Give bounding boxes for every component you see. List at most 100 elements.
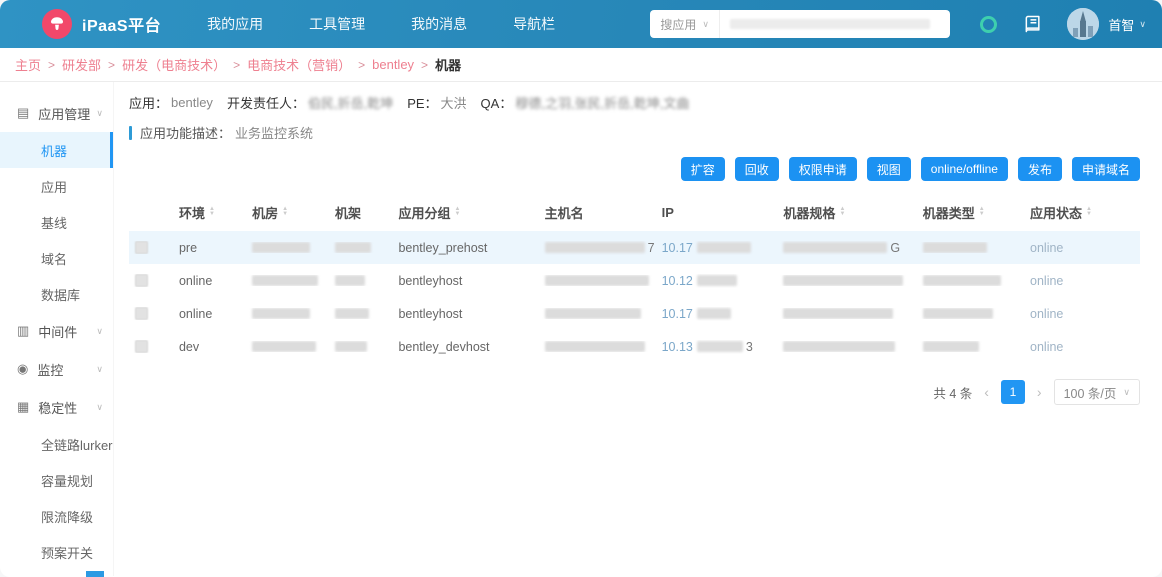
sidebar-item-容量规划[interactable]: 容量规划 <box>0 462 113 498</box>
toolbar-button-扩容[interactable]: 扩容 <box>681 157 725 181</box>
chevron-down-icon: ∨ <box>96 402 103 413</box>
column-header-机器规格[interactable]: 机器规格▲▼ <box>777 203 916 222</box>
sidebar-group-监控[interactable]: ◉监控∨ <box>0 350 113 388</box>
nav-item[interactable]: 导航栏 <box>513 14 555 34</box>
nav-item[interactable]: 我的消息 <box>411 14 467 34</box>
chevron-down-icon: ∨ <box>96 364 103 375</box>
cell-text-suffix: 3 <box>746 340 753 354</box>
user-menu[interactable]: 首智 ∨ <box>1108 15 1146 34</box>
cell-机房 <box>246 341 329 352</box>
sidebar-item-限流降级[interactable]: 限流降级 <box>0 498 113 534</box>
breadcrumb-link[interactable]: 研发（电商技术） <box>122 55 226 74</box>
cell-IP: 10.17 <box>656 241 778 255</box>
cell-机器类型 <box>917 308 1024 319</box>
row-checkbox[interactable] <box>135 274 148 287</box>
search-input[interactable] <box>720 10 950 38</box>
column-header-环境[interactable]: 环境▲▼ <box>173 203 246 222</box>
sidebar-item-数据库[interactable]: 数据库 <box>0 276 113 312</box>
nav-item[interactable]: 我的应用 <box>207 14 263 34</box>
cell-checkbox <box>129 340 173 353</box>
sidebar-item-应用[interactable]: 应用 <box>0 168 113 204</box>
sidebar-group-label: 稳定性 <box>38 398 77 417</box>
cell-机器类型 <box>917 341 1024 352</box>
breadcrumb-link[interactable]: 电商技术（营销） <box>247 55 351 74</box>
page-size-select[interactable]: 100 条/页 ∨ <box>1054 379 1140 405</box>
sort-icon[interactable]: ▲▼ <box>282 207 288 217</box>
sidebar-item-域名[interactable]: 域名 <box>0 240 113 276</box>
cell-环境: online <box>173 307 246 321</box>
cell-机架 <box>329 308 392 319</box>
redacted-value <box>252 341 316 352</box>
column-header-应用分组[interactable]: 应用分组 ▲▼ <box>392 203 538 222</box>
description-value: 业务监控系统 <box>235 123 313 142</box>
column-header-label: 应用分组 <box>398 203 450 222</box>
machine-table: 环境▲▼机房▲▼机架应用分组▲▼主机名IP机器规格▲▼机器类型▲▼应用状态▲▼ … <box>129 193 1140 363</box>
row-checkbox[interactable] <box>135 340 148 353</box>
pe-label: PE： <box>407 93 437 112</box>
stability-icon: ▦ <box>17 399 29 415</box>
sort-icon[interactable]: ▲▼ <box>839 207 845 217</box>
user-avatar[interactable] <box>1067 8 1099 40</box>
toolbar-button-申请域名[interactable]: 申请域名 <box>1072 157 1140 181</box>
column-header-label: 机房 <box>252 203 278 222</box>
breadcrumb-separator: > <box>421 58 428 72</box>
cell-环境: online <box>173 274 246 288</box>
cell-text: 10.13 <box>662 340 693 354</box>
breadcrumb-link[interactable]: 研发部 <box>62 55 101 74</box>
cell-text: bentleyhost <box>398 307 462 321</box>
redacted-value <box>923 341 979 352</box>
prev-page-button[interactable]: ‹ <box>984 384 989 400</box>
global-search: 搜应用 ∨ <box>650 10 950 38</box>
sort-icon[interactable]: ▲▼ <box>1086 207 1092 217</box>
breadcrumb-separator: > <box>358 58 365 72</box>
search-scope-select[interactable]: 搜应用 ∨ <box>650 10 720 38</box>
accent-bar <box>129 126 132 140</box>
action-toolbar: 扩容回收权限申请视图 online/offline 发布申请域名 <box>129 157 1162 181</box>
sidebar-group-稳定性[interactable]: ▦ 稳定性 ∨ <box>0 388 113 426</box>
mushroom-icon <box>48 15 66 33</box>
docs-book-icon[interactable] <box>1023 14 1043 34</box>
column-header-机房[interactable]: 机房 ▲▼ <box>246 203 329 222</box>
column-header-label: 应用状态 <box>1030 203 1082 222</box>
column-header-label: 主机名 <box>545 203 584 222</box>
sidebar-group-中间件[interactable]: ▥中间件∨ <box>0 312 113 350</box>
sidebar-item-全链路lurker[interactable]: 全链路lurker <box>0 426 113 462</box>
next-page-button[interactable]: › <box>1037 384 1042 400</box>
sort-icon[interactable]: ▲▼ <box>454 207 460 217</box>
breadcrumb-link[interactable]: bentley <box>372 57 414 72</box>
sort-icon[interactable]: ▲▼ <box>979 207 985 217</box>
page-body: ▤应用管理∨机器应用基线域名数据库▥中间件∨◉监控∨ ▦ 稳定性 ∨ 全链路lurker… <box>0 82 1162 576</box>
toolbar-button-权限申请[interactable]: 权限申请 <box>789 157 857 181</box>
toolbar-button-回收[interactable]: 回收 <box>735 157 779 181</box>
cell-应用分组: bentley_prehost <box>392 241 538 255</box>
username: 首智 <box>1108 15 1134 34</box>
nav-item[interactable]: 工具管理 <box>309 14 365 34</box>
sidebar-item-基线[interactable]: 基线 <box>0 204 113 240</box>
page-size-label: 100 条/页 <box>1064 383 1117 402</box>
breadcrumb-link[interactable]: 主页 <box>15 55 41 74</box>
cell-机房 <box>246 308 329 319</box>
redacted-value <box>783 308 893 319</box>
toolbar-button-online/offline[interactable]: online/offline <box>921 157 1008 181</box>
column-header-应用状态[interactable]: 应用状态 ▲▼ <box>1024 203 1140 222</box>
row-checkbox[interactable] <box>135 241 148 254</box>
toolbar-button-视图[interactable]: 视图 <box>867 157 911 181</box>
brand-logo-icon[interactable] <box>42 9 72 39</box>
cell-环境: dev <box>173 340 246 354</box>
toolbar-button-发布[interactable]: 发布 <box>1018 157 1062 181</box>
redacted-value <box>252 242 310 253</box>
help-ring-icon[interactable] <box>980 16 997 33</box>
breadcrumb-separator: > <box>108 58 115 72</box>
sidebar-item-预案开关[interactable]: 预案开关 <box>0 534 113 570</box>
column-header-机器类型[interactable]: 机器类型▲▼ <box>917 203 1024 222</box>
sidebar-item-机器[interactable]: 机器 <box>0 132 113 168</box>
sidebar: ▤应用管理∨机器应用基线域名数据库▥中间件∨◉监控∨ ▦ 稳定性 ∨ 全链路lurker… <box>0 82 114 576</box>
sort-icon[interactable]: ▲▼ <box>209 207 215 217</box>
cell-text: online <box>1030 241 1063 255</box>
sidebar-group-应用管理[interactable]: ▤应用管理∨ <box>0 94 113 132</box>
row-checkbox[interactable] <box>135 307 148 320</box>
page-number-active[interactable]: 1 <box>1001 380 1025 404</box>
redacted-value <box>923 308 993 319</box>
cell-text: online <box>1030 274 1063 288</box>
cell-应用分组: bentleyhost <box>392 307 538 321</box>
